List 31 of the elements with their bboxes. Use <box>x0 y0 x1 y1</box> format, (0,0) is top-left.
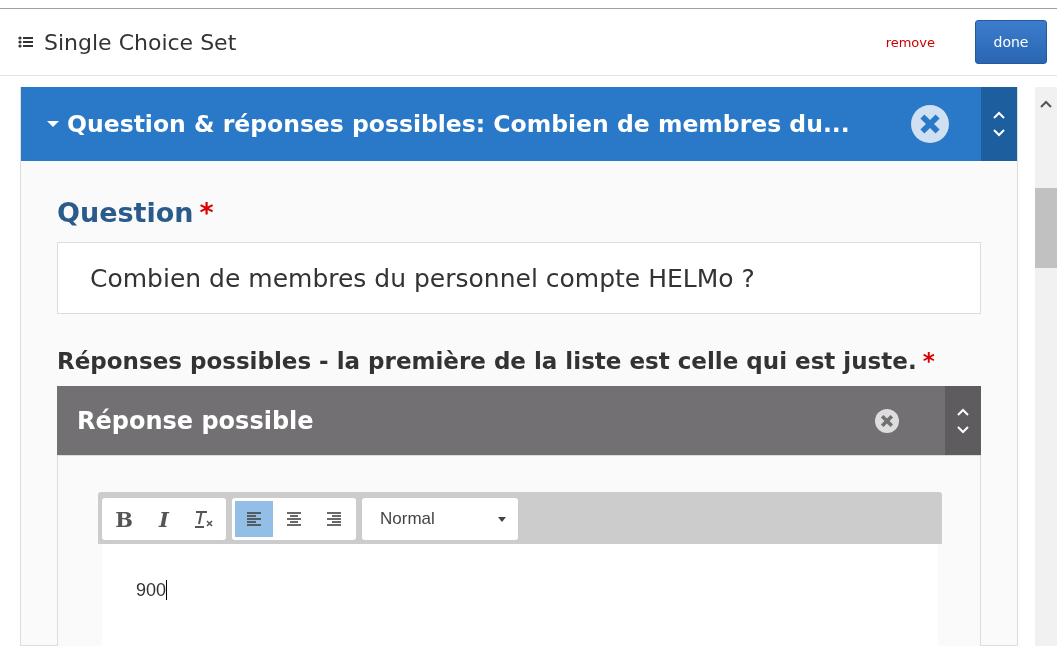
align-right-icon <box>326 512 342 526</box>
done-button[interactable]: done <box>975 20 1047 64</box>
scrollbar[interactable] <box>1035 87 1057 646</box>
italic-button[interactable]: I <box>145 501 183 537</box>
move-up-icon[interactable] <box>957 407 969 416</box>
move-up-icon[interactable] <box>993 111 1005 119</box>
format-select[interactable]: Normal <box>362 498 518 540</box>
list-icon <box>18 35 34 49</box>
caret-icon <box>498 516 506 522</box>
editor-area[interactable]: 900 <box>102 544 938 646</box>
group-title: Question & réponses possibles: Combien de membres du... <box>67 110 851 138</box>
move-down-icon[interactable] <box>993 129 1005 137</box>
move-down-icon[interactable] <box>957 425 969 434</box>
editor-text: 900 <box>136 580 168 600</box>
item-header[interactable]: Réponse possible <box>57 386 981 455</box>
close-icon[interactable] <box>911 105 949 143</box>
group-header[interactable]: Question & réponses possibles: Combien de membres du... <box>21 87 1017 161</box>
content-type-title: Single Choice Set <box>44 29 238 55</box>
question-field[interactable]: Combien de membres du personnel compte HELMo ? <box>57 242 981 314</box>
item-title: Réponse possible <box>77 406 315 435</box>
clear-format-icon <box>193 509 215 529</box>
scrollbar-thumb[interactable] <box>1035 188 1057 268</box>
field-label: Réponses possibles - la première de la liste est celle qui est juste. * <box>57 348 936 374</box>
remove-link[interactable]: remove <box>885 34 935 50</box>
bold-button[interactable]: B <box>105 501 143 537</box>
scroll-up-icon[interactable] <box>1040 100 1052 108</box>
align-center-icon <box>286 512 302 526</box>
field-label: Question * <box>57 197 215 228</box>
close-icon[interactable] <box>875 408 899 433</box>
align-left-icon <box>246 512 262 526</box>
align-button[interactable] <box>235 501 273 537</box>
